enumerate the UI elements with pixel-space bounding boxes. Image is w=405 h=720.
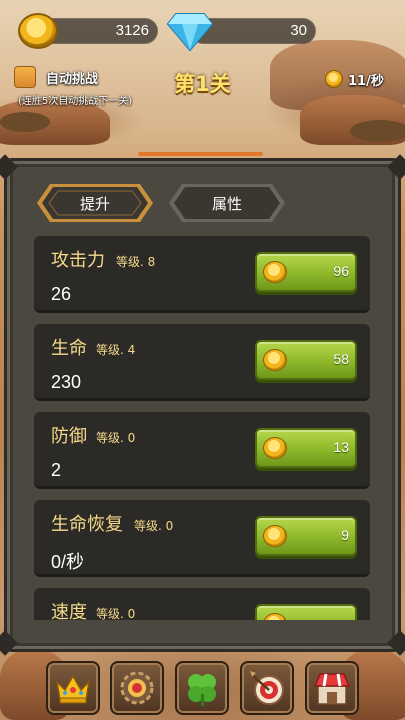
stat-value: 230 [51, 372, 82, 392]
gold-amount: 3126 [115, 22, 149, 39]
upgrade-defense-button[interactable]: 13 [255, 428, 357, 468]
coin-icon [263, 261, 287, 283]
stat-name: 攻击力 [51, 250, 105, 271]
stat-name: 生命恢复 [51, 514, 123, 535]
stat-row-health: 生命 等级. 4 230 58 [34, 324, 370, 401]
stat-level: 等级. 0 [134, 519, 174, 533]
nav-clover-button[interactable] [175, 661, 229, 715]
stat-level: 等级. 0 [96, 431, 136, 445]
stat-name: 速度 [51, 602, 87, 620]
stat-row-regen: 生命恢复 等级. 0 0/秒 9 [34, 500, 370, 577]
coin-icon [263, 525, 287, 547]
target-icon [250, 671, 284, 705]
nav-target-button[interactable] [240, 661, 294, 715]
tab-attributes[interactable]: 属性 [168, 183, 286, 223]
coin-icon [263, 349, 287, 371]
upgrade-cost: 96 [333, 263, 349, 279]
upgrade-cost: 58 [333, 351, 349, 367]
gold-rate: 11/秒 [348, 74, 384, 89]
shop-icon [313, 673, 351, 705]
nav-crown-button[interactable] [46, 661, 100, 715]
upgrade-cost: 9 [341, 527, 349, 543]
diamond-icon [166, 13, 214, 52]
gold-coin-icon [18, 13, 58, 49]
stat-value: 0/秒 [51, 552, 85, 572]
stat-row-attack: 攻击力 等级. 8 26 96 [34, 236, 370, 313]
stat-level: 等级. 8 [116, 255, 156, 269]
tab-attributes-label: 属性 [211, 194, 242, 213]
gear-gem-icon [120, 671, 154, 705]
gold-rate-coin-icon [325, 70, 343, 88]
stat-name: 生命 [51, 338, 87, 359]
crown-icon [55, 674, 91, 704]
diamond-amount: 30 [290, 22, 307, 39]
upgrade-speed-button[interactable] [255, 604, 357, 620]
upgrade-attack-button[interactable]: 96 [255, 252, 357, 292]
stat-row-speed: 速度 等级. 0 [34, 588, 370, 620]
clover-icon [188, 674, 216, 706]
stage-progress-bar [138, 152, 263, 156]
tab-upgrade[interactable]: 提升 [36, 183, 154, 223]
coin-icon [263, 613, 287, 620]
stat-row-defense: 防御 等级. 0 2 13 [34, 412, 370, 489]
stat-level: 等级. 4 [96, 343, 136, 357]
upgrade-regen-button[interactable]: 9 [255, 516, 357, 556]
level-title: 第1关 [174, 72, 231, 96]
nav-gear-button[interactable] [110, 661, 164, 715]
stat-list[interactable]: 攻击力 等级. 8 26 96 生命 等级. 4 230 58 防御 等级. 0… [34, 236, 370, 620]
nav-shop-button[interactable] [305, 661, 359, 715]
stat-level: 等级. 0 [96, 607, 136, 620]
tab-upgrade-label: 提升 [79, 194, 110, 213]
stat-value: 26 [51, 284, 72, 304]
stat-name: 防御 [51, 426, 87, 447]
upgrade-health-button[interactable]: 58 [255, 340, 357, 380]
coin-icon [263, 437, 287, 459]
upgrade-cost: 13 [333, 439, 349, 455]
stat-value: 2 [51, 460, 62, 480]
